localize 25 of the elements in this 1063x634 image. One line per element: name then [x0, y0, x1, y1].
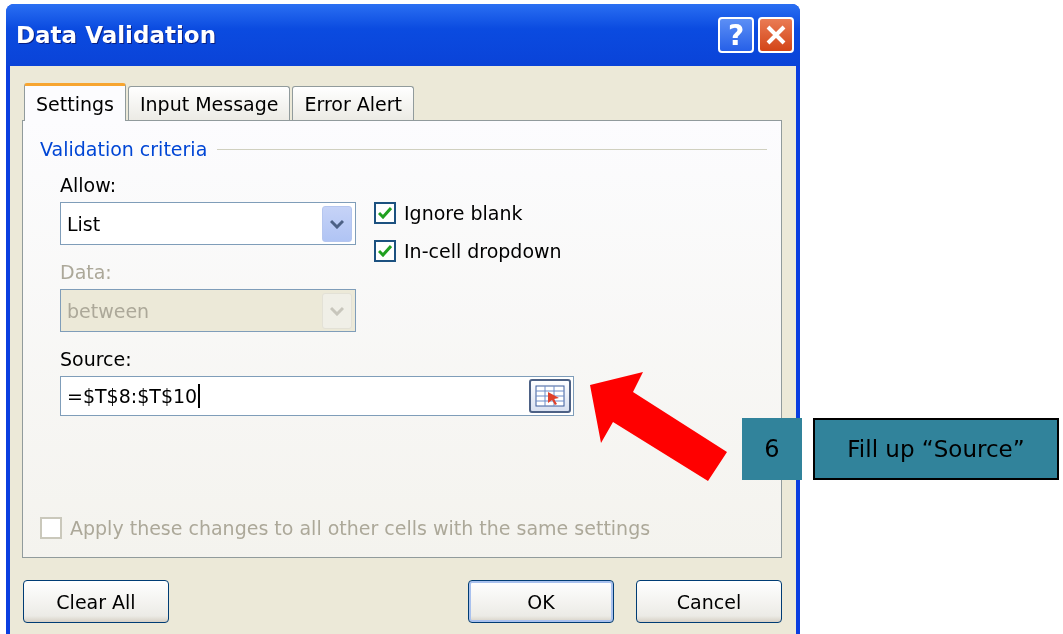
dialog-button[interactable]: Clear All — [23, 580, 169, 623]
window-title: Data Validation — [16, 22, 216, 48]
range-select-icon[interactable] — [529, 379, 571, 413]
group-title: Validation criteria — [40, 138, 208, 160]
close-icon[interactable] — [758, 17, 794, 53]
step-number: 6 — [742, 418, 802, 480]
callout-text: Fill up “Source” — [813, 418, 1059, 480]
tab[interactable]: Error Alert — [292, 86, 415, 120]
checkbox[interactable] — [374, 240, 396, 262]
field-label: Allow: — [60, 174, 118, 196]
tab[interactable]: Settings — [24, 83, 126, 121]
check-icon — [378, 245, 392, 257]
dialog-button[interactable]: OK — [468, 580, 614, 623]
tab[interactable]: Input Message — [127, 86, 291, 120]
field-label: Data: — [60, 261, 113, 283]
check-icon — [378, 207, 392, 219]
checkbox[interactable] — [374, 202, 396, 224]
checkbox-label: In-cell dropdown — [404, 240, 562, 262]
help-button[interactable]: ? — [718, 17, 754, 53]
dialog-button[interactable]: Cancel — [636, 580, 782, 623]
field-label: Source: — [60, 348, 133, 370]
source-field[interactable]: =$T$8:$T$10 — [60, 376, 574, 416]
dropdown[interactable]: List — [60, 202, 356, 245]
checkbox-label: Ignore blank — [404, 202, 523, 224]
checkbox-label: Apply these changes to all other cells with the same settings — [70, 517, 651, 539]
